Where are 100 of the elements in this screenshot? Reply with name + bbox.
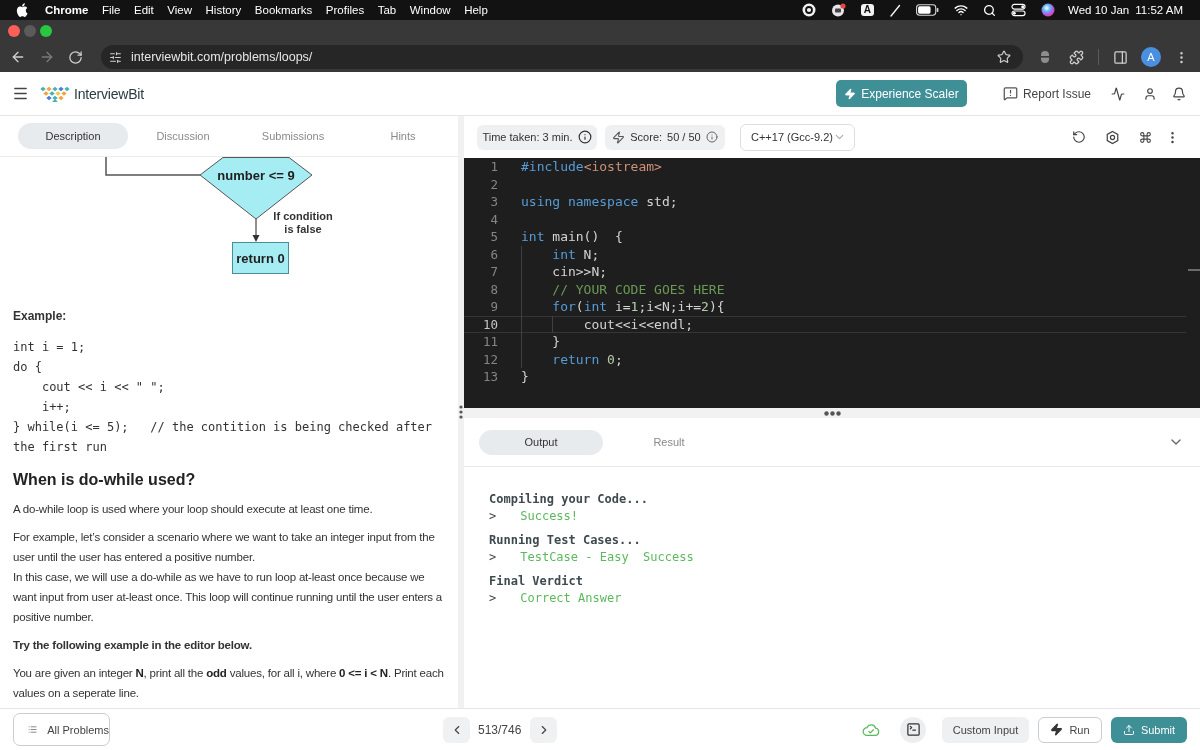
paragraph: A do-while loop is used where your loop should execute at least one time.: [13, 502, 374, 517]
code-line: int main() {: [521, 228, 623, 246]
submit-button[interactable]: Submit: [1111, 716, 1187, 743]
terminal-icon: [905, 722, 921, 737]
menu-item[interactable]: History: [205, 3, 242, 17]
menu-icon[interactable]: [12, 85, 29, 102]
line-number: 2: [490, 175, 498, 193]
forward-arrow-icon[interactable]: [39, 49, 55, 65]
activity-icon[interactable]: [1111, 86, 1125, 101]
line-number: 5: [490, 228, 498, 246]
menu-item[interactable]: File: [101, 3, 121, 17]
output-tab[interactable]: Result: [607, 429, 731, 455]
drag-handle-icon[interactable]: [823, 410, 841, 416]
wifi-icon[interactable]: [954, 3, 969, 17]
battery-icon[interactable]: [916, 4, 940, 16]
line-number: 7: [490, 263, 498, 281]
line-number: 9: [490, 298, 498, 316]
experience-scaler-button[interactable]: Experience Scaler: [835, 80, 967, 107]
menu-item[interactable]: Help: [464, 3, 488, 17]
problem-tab[interactable]: Submissions: [238, 123, 348, 149]
line-number: 6: [490, 245, 498, 263]
output-tab[interactable]: Output: [479, 429, 603, 455]
paragraph: In this case, we will use a do-while as we have to run loop at-least once because we want input from user at-least once. This loop will continue running until the user enters a positive number.: [13, 570, 444, 625]
code-line: int i = 1;: [13, 340, 86, 354]
paragraph: For example, let’s consider a scenario where we want to take an integer input from the user until the user has entered a positive number.: [13, 530, 436, 565]
code-line: #include<iostream>: [521, 158, 662, 176]
line-number: 3: [490, 193, 498, 211]
reload-icon[interactable]: [68, 49, 83, 65]
orb-icon[interactable]: [1041, 3, 1056, 17]
code-line: i++;: [41, 400, 71, 414]
example-label: Example:: [13, 308, 67, 324]
code-line: return 0;: [552, 350, 623, 368]
problem-tab[interactable]: Discussion: [128, 123, 238, 149]
bolt-icon: [844, 87, 857, 100]
drag-handle-icon[interactable]: [459, 405, 463, 419]
sliders-icon[interactable]: [109, 50, 122, 64]
fullscreen-window-icon[interactable]: [40, 25, 52, 37]
menu-item[interactable]: Profiles: [325, 3, 365, 17]
bell-icon[interactable]: [1172, 86, 1186, 101]
custom-input-button[interactable]: Custom Input: [942, 716, 1029, 743]
line-number: 8: [490, 280, 498, 298]
code-line: for(int i=1;i<N;i+=2){: [552, 298, 725, 316]
star-icon[interactable]: [997, 50, 1011, 64]
flow-arrow: [252, 218, 260, 242]
report-issue-button[interactable]: Report Issue: [1002, 86, 1091, 101]
slash-icon[interactable]: [889, 3, 902, 17]
code-line: }: [521, 368, 529, 386]
branch-label: If condition is false: [272, 210, 334, 236]
search-icon[interactable]: [983, 3, 997, 17]
all-problems-button[interactable]: All Problems: [13, 713, 110, 746]
code-line: } while(i <= 5); // the contition is being checked after the first run: [13, 420, 434, 454]
list-icon: [28, 723, 38, 736]
terminal-button[interactable]: [900, 716, 926, 743]
log-heading: Running Test Cases...: [489, 532, 641, 549]
problem-tab[interactable]: Description: [18, 123, 128, 149]
settings-icon[interactable]: [1105, 129, 1120, 145]
menu-item[interactable]: View: [167, 3, 193, 17]
score-value: 50 / 50: [667, 131, 701, 143]
run-button[interactable]: Run: [1038, 716, 1102, 743]
log-heading: Compiling your Code...: [489, 491, 648, 508]
menu-app-name[interactable]: Chrome: [45, 3, 89, 17]
bolt-icon: [1050, 723, 1064, 736]
menu-item[interactable]: Window: [409, 3, 451, 17]
language-select[interactable]: C++17 (Gcc-9.2): [740, 123, 855, 151]
capsule-icon[interactable]: [1040, 50, 1050, 64]
prompt-symbol: >: [489, 508, 497, 525]
brand-name[interactable]: InterviewBit: [74, 85, 144, 102]
menu-item[interactable]: Edit: [134, 3, 154, 17]
app-badge-icon[interactable]: [830, 3, 846, 17]
undo-icon[interactable]: [1072, 130, 1086, 144]
menu-item[interactable]: Tab: [377, 3, 397, 17]
paragraph: You are given an integer N, print all the odd values, for all i, where 0 <= i < N. Print each values on a seperate line.: [13, 666, 445, 701]
prompt-symbol: >: [489, 590, 497, 607]
cloud-check-icon[interactable]: [862, 722, 880, 737]
time-taken-text: Time taken: 3 min.: [482, 131, 573, 143]
puzzle-icon[interactable]: [1069, 49, 1084, 65]
address-bar[interactable]: interviewbit.com/problems/loops/: [101, 45, 1023, 69]
menu-item[interactable]: Bookmarks: [254, 3, 313, 17]
toggles-icon[interactable]: [1011, 3, 1027, 17]
info-icon[interactable]: [577, 130, 592, 144]
code-line: do {: [13, 360, 42, 374]
menu-bar-time[interactable]: 11:52 AM: [1135, 3, 1183, 17]
code-line: // YOUR CODE GOES HERE: [552, 280, 725, 298]
apple-icon[interactable]: [16, 3, 28, 17]
command-key-icon[interactable]: [1139, 130, 1152, 144]
code-line: cout << i << " ";: [41, 380, 165, 394]
ring-icon[interactable]: [801, 3, 816, 17]
user-icon[interactable]: [1143, 86, 1157, 101]
score-label: Score:: [630, 131, 663, 143]
code-editor[interactable]: 1 #include<iostream> 2 3 using namespace std; 4 5 int main() { 6 int N; 7 cin>>N; 8 // YOUR CODE GOES HERE 9 for(int i=1;i<N;i+=2){ 10 cout<<i<<endl; 11 } 12 return 0; 13 }: [464, 158, 1200, 408]
paragraph: Try the following example in the editor below.: [13, 638, 253, 653]
bolt-icon: [612, 130, 626, 144]
side-panel-icon[interactable]: [1113, 49, 1128, 65]
close-window-icon[interactable]: [8, 25, 20, 37]
input-source-indicator[interactable]: A: [860, 4, 875, 16]
menu-bar-date[interactable]: Wed 10 Jan: [1068, 3, 1130, 17]
code-line: cin>>N;: [552, 263, 608, 281]
problem-tab[interactable]: Hints: [348, 123, 458, 149]
log-result: Success!: [520, 508, 579, 525]
log-result: TestCase - Easy Success: [520, 549, 694, 566]
